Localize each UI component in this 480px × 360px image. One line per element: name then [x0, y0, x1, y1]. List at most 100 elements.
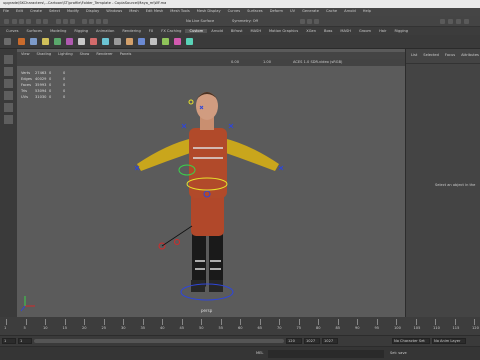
right-clavicle-control[interactable]	[228, 123, 234, 129]
menu-item-17[interactable]: Arnold	[344, 9, 356, 14]
shelf-tab-6[interactable]: FX	[145, 29, 158, 33]
range-inner-start-field[interactable]: 1	[18, 338, 32, 344]
outliner-tab-0[interactable]: List	[411, 53, 417, 58]
range-slider-bar[interactable]	[34, 339, 284, 343]
range-end2-field[interactable]: 1027	[322, 338, 338, 344]
shelf-tab-3[interactable]: Rigging	[70, 29, 92, 33]
menu-item-18[interactable]: Help	[363, 9, 371, 14]
render-icon[interactable]	[300, 19, 305, 24]
open-scene-icon[interactable]	[19, 19, 24, 24]
eye-control[interactable]	[188, 99, 194, 105]
menu-item-8[interactable]: Edit Mesh	[146, 9, 164, 14]
menu-item-2[interactable]: Create	[30, 9, 42, 14]
viewport-menu-2[interactable]: Lighting	[58, 52, 73, 58]
ipr-render-icon[interactable]	[307, 19, 312, 24]
shelf-tab-7[interactable]: FX Caching	[157, 29, 185, 33]
outliner-tab-1[interactable]: Selected	[423, 53, 439, 58]
menu-item-6[interactable]: Windows	[106, 9, 122, 14]
shelf-tab-12[interactable]: Motion Graphics	[265, 29, 302, 33]
menu-item-0[interactable]: File	[3, 9, 9, 14]
shelf-tool-9-icon[interactable]	[114, 38, 121, 45]
move-tool-icon[interactable]	[4, 91, 13, 100]
root-control[interactable]	[180, 283, 234, 301]
shelf-tool-3-icon[interactable]	[42, 38, 49, 45]
viewport-canvas[interactable]: Verts 27463 0 0 Edges 40029 0 0 Faces 35993 0 0 Tris…	[17, 66, 405, 317]
snap-view-icon[interactable]	[103, 19, 108, 24]
menu-item-3[interactable]: Select	[49, 9, 60, 14]
live-surface-field[interactable]: No Live Surface	[186, 19, 214, 24]
colorspace-field[interactable]: ACES 1.0 SDR-video (sRGB)	[293, 60, 342, 65]
anim-layer-field[interactable]: No Anim Layer	[432, 338, 466, 344]
menu-item-15[interactable]: Generate	[302, 9, 319, 14]
select-tool-icon[interactable]	[4, 55, 13, 64]
outliner-toggle-icon[interactable]	[440, 19, 445, 24]
shelf-tab-2[interactable]: Modeling	[46, 29, 70, 33]
menu-item-14[interactable]: UV	[290, 9, 295, 14]
snap-curve-icon[interactable]	[89, 19, 94, 24]
menu-item-13[interactable]: Deform	[270, 9, 283, 14]
shelf-tab-16[interactable]: Groom	[355, 29, 375, 33]
outliner-tab-2[interactable]: Focus	[445, 53, 455, 58]
viewport-menu-3[interactable]: Show	[80, 52, 90, 58]
left-clavicle-control[interactable]	[181, 123, 187, 129]
shelf-tab-0[interactable]: Curves	[2, 29, 22, 33]
shelf-tool-15-icon[interactable]	[186, 38, 193, 45]
shelf-tab-11[interactable]: MASH	[247, 29, 266, 33]
menu-item-16[interactable]: Cache	[326, 9, 337, 14]
shelf-tool-7-icon[interactable]	[90, 38, 97, 45]
shelf-tab-14[interactable]: Boss	[320, 29, 336, 33]
left-pole-vector[interactable]	[174, 239, 180, 245]
menu-item-11[interactable]: Curves	[228, 9, 240, 14]
shelf-tool-1-icon[interactable]	[18, 38, 25, 45]
timeline[interactable]: 1 5 10 15 20 25 30 35 40 45 50 55 60 65 70 75 80 85 90 95 10…	[0, 317, 480, 335]
new-scene-icon[interactable]	[12, 19, 17, 24]
select-component-icon[interactable]	[70, 19, 75, 24]
shelf-tool-6-icon[interactable]	[78, 38, 85, 45]
select-object-icon[interactable]	[63, 19, 68, 24]
shelf-gear-icon[interactable]	[4, 38, 11, 45]
render-settings-icon[interactable]	[314, 19, 319, 24]
shelf-tab-10[interactable]: Bifrost	[227, 29, 247, 33]
viewport-value-a[interactable]: 0.00	[231, 60, 239, 65]
viewport-menu-1[interactable]: Shading	[37, 52, 52, 58]
shelf-tool-4-icon[interactable]	[54, 38, 61, 45]
viewport-menu-5[interactable]: Panels	[120, 52, 132, 58]
viewport-menu-4[interactable]: Renderer	[96, 52, 112, 58]
shelf-tool-10-icon[interactable]	[126, 38, 133, 45]
channel-box-icon[interactable]	[464, 19, 469, 24]
menu-item-5[interactable]: Display	[86, 9, 99, 14]
shelf-tab-9[interactable]: Arnold	[207, 29, 227, 33]
shelf-tool-2-icon[interactable]	[30, 38, 37, 45]
mode-menu-icon[interactable]	[4, 19, 9, 24]
viewport-menu-0[interactable]: View	[21, 52, 30, 58]
snap-grid-icon[interactable]	[82, 19, 87, 24]
menu-item-1[interactable]: Edit	[16, 9, 23, 14]
shelf-tab-1[interactable]: Surfaces	[22, 29, 46, 33]
left-wrist-control[interactable]	[134, 165, 140, 171]
command-input[interactable]	[268, 350, 384, 358]
menu-item-10[interactable]: Mesh Display	[197, 9, 221, 14]
tool-settings-icon[interactable]	[456, 19, 461, 24]
shelf-tab-5[interactable]: Rendering	[118, 29, 144, 33]
lasso-tool-icon[interactable]	[4, 67, 13, 76]
attribute-editor-icon[interactable]	[448, 19, 453, 24]
shelf-tool-5-icon[interactable]	[66, 38, 73, 45]
menu-item-9[interactable]: Mesh Tools	[170, 9, 189, 14]
undo-icon[interactable]	[36, 19, 41, 24]
shelf-tab-15[interactable]: MASH	[336, 29, 355, 33]
select-hierarchy-icon[interactable]	[56, 19, 61, 24]
paint-select-icon[interactable]	[4, 79, 13, 88]
shelf-tab-13[interactable]: XGen	[302, 29, 320, 33]
shelf-tool-11-icon[interactable]	[138, 38, 145, 45]
right-wrist-control[interactable]	[278, 165, 284, 171]
shelf-tool-14-icon[interactable]	[174, 38, 181, 45]
character-rig-svg[interactable]: persp	[17, 66, 405, 317]
command-mode[interactable]: MEL	[256, 351, 263, 356]
range-end-field[interactable]: 1027	[304, 338, 320, 344]
menu-item-12[interactable]: Surfaces	[247, 9, 263, 14]
redo-icon[interactable]	[43, 19, 48, 24]
shelf-tool-12-icon[interactable]	[150, 38, 157, 45]
shelf-tab-4[interactable]: Animation	[92, 29, 118, 33]
symmetry-field[interactable]: Symmetry: Off	[232, 19, 258, 24]
shelf-tab-18[interactable]: Rigging	[390, 29, 412, 33]
